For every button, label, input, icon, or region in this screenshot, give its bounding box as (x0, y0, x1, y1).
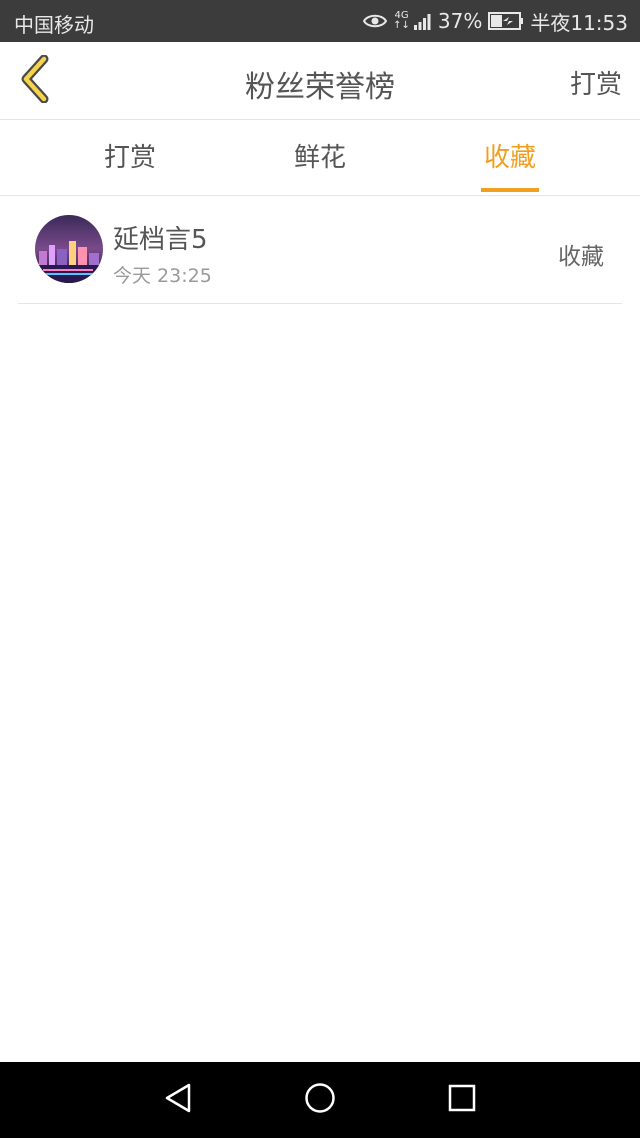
active-tab-indicator (481, 188, 539, 192)
tab-flowers[interactable]: 鲜花 (260, 121, 380, 196)
contribution-type: 收藏 (558, 244, 604, 270)
nav-recents-button[interactable] (442, 1080, 482, 1120)
status-bar: 中国移动 4G ↑↓ 37% 半夜11:53 (0, 0, 640, 42)
tab-label: 收藏 (483, 143, 536, 173)
list-item[interactable]: 延档言5 今天 23:25 收藏 (18, 197, 622, 304)
battery-icon (488, 12, 524, 30)
network-type: 4G ↑↓ (393, 11, 410, 31)
fan-list: 延档言5 今天 23:25 收藏 (18, 197, 622, 304)
clock: 半夜11:53 (530, 10, 628, 35)
network-arrows: ↑↓ (393, 20, 410, 31)
fan-timestamp: 今天 23:25 (113, 265, 212, 287)
square-recents-icon (447, 1083, 477, 1117)
circle-home-icon (304, 1082, 336, 1118)
tab-reward[interactable]: 打赏 (70, 121, 190, 196)
page-title: 粉丝荣誉榜 (245, 70, 395, 105)
system-nav-bar (0, 1062, 640, 1138)
tab-bar: 打赏 鲜花 收藏 (0, 121, 640, 196)
carrier-name: 中国移动 (14, 13, 94, 37)
nav-home-button[interactable] (300, 1080, 340, 1120)
triangle-back-icon (163, 1082, 193, 1118)
fan-name: 延档言5 (113, 225, 208, 255)
battery-percent: 37% (437, 9, 483, 33)
reward-button[interactable]: 打赏 (570, 64, 622, 101)
status-indicators: 4G ↑↓ 37% 半夜11:53 (363, 0, 628, 42)
tab-label: 打赏 (103, 143, 156, 173)
eye-icon (363, 13, 388, 29)
nav-back-button[interactable] (158, 1080, 198, 1120)
tab-favorites[interactable]: 收藏 (450, 121, 570, 196)
nav-header: 粉丝荣誉榜 打赏 (0, 42, 640, 120)
tab-label: 鲜花 (293, 143, 346, 173)
avatar[interactable] (35, 215, 103, 283)
signal-icon (413, 12, 432, 30)
